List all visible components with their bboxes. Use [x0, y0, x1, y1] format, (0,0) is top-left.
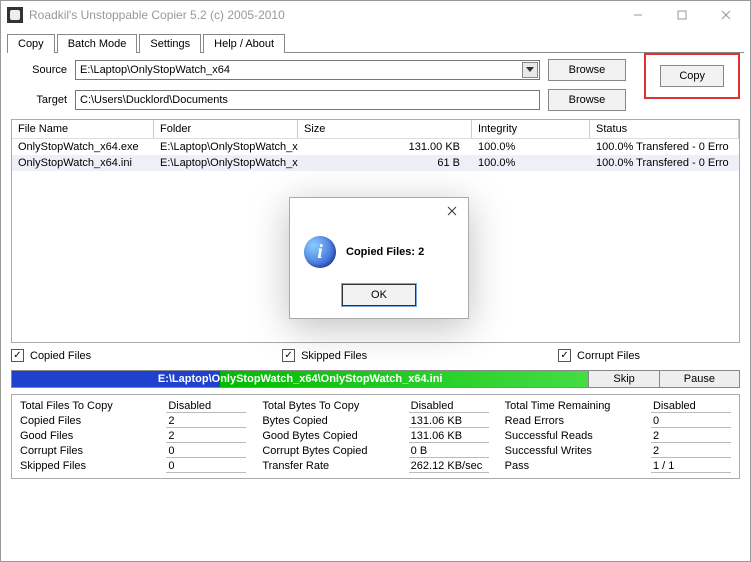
- stat-label: Bytes Copied: [262, 415, 408, 428]
- stat-value: 0: [651, 415, 731, 428]
- close-button[interactable]: [704, 1, 748, 29]
- stat-value: 0: [166, 445, 246, 458]
- stat-value: 2: [651, 445, 731, 458]
- stat-label: Corrupt Files: [20, 445, 166, 458]
- tab-help[interactable]: Help / About: [203, 34, 285, 53]
- target-label: Target: [11, 94, 67, 106]
- col-status[interactable]: Status: [590, 120, 739, 138]
- skipped-checkbox[interactable]: ✓Skipped Files: [282, 349, 367, 362]
- dialog-message: Copied Files: 2: [346, 246, 424, 258]
- check-icon: ✓: [282, 349, 295, 362]
- list-header: File Name Folder Size Integrity Status: [12, 120, 739, 139]
- stats-panel: Total Files To CopyDisabledCopied Files2…: [11, 394, 740, 479]
- stat-label: Copied Files: [20, 415, 166, 428]
- pause-button[interactable]: Pause: [659, 371, 739, 387]
- stat-label: Successful Writes: [505, 445, 651, 458]
- stat-label: Read Errors: [505, 415, 651, 428]
- stat-label: Successful Reads: [505, 430, 651, 443]
- stat-value: Disabled: [166, 400, 246, 413]
- minimize-button[interactable]: [616, 1, 660, 29]
- stat-label: Total Time Remaining: [505, 400, 651, 413]
- stat-label: Good Bytes Copied: [262, 430, 408, 443]
- stat-label: Transfer Rate: [262, 460, 408, 473]
- source-input[interactable]: E:\Laptop\OnlyStopWatch_x64: [75, 60, 540, 80]
- check-icon: ✓: [11, 349, 24, 362]
- app-icon: [7, 7, 23, 23]
- progress-text: E:\Laptop\OnlyStopWatch_x64\OnlyStopWatc…: [12, 371, 588, 387]
- browse-source-button[interactable]: Browse: [548, 59, 627, 81]
- info-icon: i: [304, 236, 336, 268]
- stat-value: 2: [651, 430, 731, 443]
- stat-label: Total Files To Copy: [20, 400, 166, 413]
- copy-highlight: Copy: [644, 53, 740, 99]
- progress-bar: E:\Laptop\OnlyStopWatch_x64\OnlyStopWatc…: [12, 371, 588, 387]
- target-value: C:\Users\Ducklord\Documents: [80, 94, 228, 106]
- stat-label: Skipped Files: [20, 460, 166, 473]
- skip-button[interactable]: Skip: [588, 371, 658, 387]
- maximize-button[interactable]: [660, 1, 704, 29]
- info-dialog: i Copied Files: 2 OK: [289, 197, 469, 319]
- titlebar: Roadkil's Unstoppable Copier 5.2 (c) 200…: [1, 1, 750, 29]
- target-input[interactable]: C:\Users\Ducklord\Documents: [75, 90, 540, 110]
- window-title: Roadkil's Unstoppable Copier 5.2 (c) 200…: [29, 8, 616, 22]
- tab-copy[interactable]: Copy: [7, 34, 55, 53]
- progress-row: E:\Laptop\OnlyStopWatch_x64\OnlyStopWatc…: [11, 370, 740, 388]
- stat-value: 262.12 KB/sec: [409, 460, 489, 473]
- source-label: Source: [11, 64, 67, 76]
- stat-value: 131.06 KB: [409, 415, 489, 428]
- tab-settings[interactable]: Settings: [139, 34, 201, 53]
- copied-checkbox[interactable]: ✓Copied Files: [11, 349, 91, 362]
- dialog-close-button[interactable]: [442, 201, 462, 221]
- table-row[interactable]: OnlyStopWatch_x64.exe E:\Laptop\OnlyStop…: [12, 139, 739, 155]
- tab-batch[interactable]: Batch Mode: [57, 34, 138, 53]
- ok-button[interactable]: OK: [342, 284, 416, 306]
- stat-value: Disabled: [651, 400, 731, 413]
- stat-label: Corrupt Bytes Copied: [262, 445, 408, 458]
- stat-value: 1 / 1: [651, 460, 731, 473]
- stat-value: 0: [166, 460, 246, 473]
- check-icon: ✓: [558, 349, 571, 362]
- stat-label: Pass: [505, 460, 651, 473]
- col-filename[interactable]: File Name: [12, 120, 154, 138]
- col-folder[interactable]: Folder: [154, 120, 298, 138]
- browse-target-button[interactable]: Browse: [548, 89, 627, 111]
- stat-label: Good Files: [20, 430, 166, 443]
- source-value: E:\Laptop\OnlyStopWatch_x64: [80, 64, 230, 76]
- stat-value: 2: [166, 415, 246, 428]
- table-row[interactable]: OnlyStopWatch_x64.ini E:\Laptop\OnlyStop…: [12, 155, 739, 171]
- stat-value: 2: [166, 430, 246, 443]
- stat-label: Total Bytes To Copy: [262, 400, 408, 413]
- stat-value: 0 B: [409, 445, 489, 458]
- stat-value: Disabled: [409, 400, 489, 413]
- stat-value: 131.06 KB: [409, 430, 489, 443]
- copy-button[interactable]: Copy: [660, 65, 724, 87]
- corrupt-checkbox[interactable]: ✓Corrupt Files: [558, 349, 640, 362]
- col-size[interactable]: Size: [298, 120, 472, 138]
- filters: ✓Copied Files ✓Skipped Files ✓Corrupt Fi…: [1, 343, 750, 368]
- source-dropdown-icon[interactable]: [522, 62, 538, 78]
- tab-strip: Copy Batch Mode Settings Help / About: [1, 29, 750, 52]
- col-integrity[interactable]: Integrity: [472, 120, 590, 138]
